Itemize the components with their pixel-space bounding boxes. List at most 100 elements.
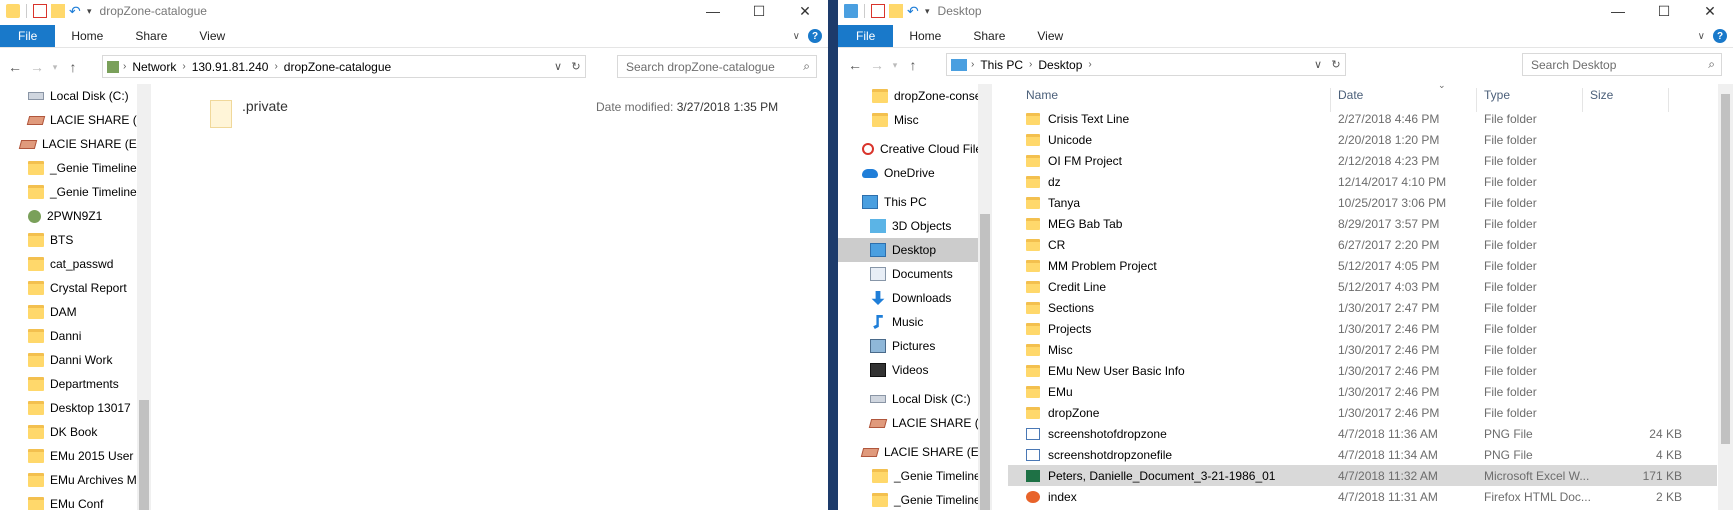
- sidebar-item[interactable]: LACIE SHARE (E:): [0, 132, 138, 156]
- up-button[interactable]: ↑: [62, 59, 84, 75]
- table-row[interactable]: OI FM Project 2/12/2018 4:23 PM File folde…: [1008, 150, 1717, 171]
- table-row[interactable]: index 4/7/2018 11:31 AM Firefox HTML Doc..…: [1008, 486, 1717, 507]
- navigation-scrollbar[interactable]: [137, 84, 151, 510]
- tab-share[interactable]: Share: [957, 25, 1021, 47]
- table-row[interactable]: Crisis Text Line 2/27/2018 4:46 PM File fo…: [1008, 108, 1717, 129]
- table-row[interactable]: MM Problem Project 5/12/2017 4:05 PM File …: [1008, 255, 1717, 276]
- search-input[interactable]: Search Desktop ⌕: [1522, 53, 1722, 76]
- sidebar-item[interactable]: Local Disk (C:): [838, 387, 978, 411]
- help-icon[interactable]: ?: [808, 29, 822, 43]
- tab-home[interactable]: Home: [893, 25, 957, 47]
- tab-home[interactable]: Home: [55, 25, 119, 47]
- forward-button[interactable]: →: [866, 57, 888, 73]
- properties-icon[interactable]: [871, 4, 885, 18]
- sidebar-item[interactable]: cat_passwd: [0, 252, 138, 276]
- expand-ribbon-icon[interactable]: ∨: [793, 31, 800, 42]
- table-row[interactable]: Projects 1/30/2017 2:46 PM File folder: [1008, 318, 1717, 339]
- recent-locations-icon[interactable]: ▾: [48, 62, 62, 73]
- tab-view[interactable]: View: [1021, 25, 1079, 47]
- address-bar[interactable]: › This PC › Desktop › ∨ ↻: [946, 53, 1346, 76]
- sidebar-item[interactable]: Danni: [0, 324, 138, 348]
- sidebar-item[interactable]: EMu Conf: [0, 492, 138, 510]
- undo-icon[interactable]: ↶: [907, 4, 921, 18]
- sidebar-item[interactable]: Departments: [0, 372, 138, 396]
- table-row[interactable]: dropZone 1/30/2017 2:46 PM File folder: [1008, 402, 1717, 423]
- file-list-scrollbar[interactable]: [1718, 84, 1733, 510]
- list-item[interactable]: .private: [210, 98, 288, 128]
- sidebar-item[interactable]: Danni Work: [0, 348, 138, 372]
- sidebar-item[interactable]: _Genie Timeline(: [838, 488, 978, 510]
- sidebar-item[interactable]: Crystal Report: [0, 276, 138, 300]
- table-row[interactable]: Unicode 2/20/2018 1:20 PM File folder: [1008, 129, 1717, 150]
- tab-share[interactable]: Share: [119, 25, 183, 47]
- sidebar-item[interactable]: _Genie Timeline: [838, 464, 978, 488]
- search-input[interactable]: Search dropZone-catalogue ⌕: [617, 55, 817, 78]
- sidebar-item[interactable]: OneDrive: [838, 161, 978, 185]
- sidebar-item[interactable]: LACIE SHARE (E:: [838, 411, 978, 435]
- table-row[interactable]: EMu New User Basic Info 1/30/2017 2:46 PM…: [1008, 360, 1717, 381]
- table-row[interactable]: EMu 1/30/2017 2:46 PM File folder: [1008, 381, 1717, 402]
- sidebar-item[interactable]: This PC: [838, 190, 978, 214]
- table-row[interactable]: Tanya 10/25/2017 3:06 PM File folder: [1008, 192, 1717, 213]
- table-row[interactable]: MEG Bab Tab 8/29/2017 3:57 PM File folder: [1008, 213, 1717, 234]
- address-dropdown-icon[interactable]: ∨: [549, 60, 567, 73]
- maximize-button[interactable]: ☐: [736, 0, 782, 22]
- expand-ribbon-icon[interactable]: ∨: [1698, 31, 1705, 42]
- sidebar-item[interactable]: _Genie Timeline(: [0, 180, 138, 204]
- sidebar-item[interactable]: LACIE SHARE (E:: [0, 108, 138, 132]
- maximize-button[interactable]: ☐: [1641, 0, 1687, 22]
- tab-file[interactable]: File: [0, 25, 56, 47]
- breadcrumb-this-pc[interactable]: This PC: [980, 58, 1023, 72]
- sidebar-item[interactable]: Pictures: [838, 334, 978, 358]
- scrollbar-thumb[interactable]: [980, 214, 990, 510]
- column-date[interactable]: Date: [1338, 88, 1363, 102]
- sidebar-item[interactable]: Videos: [838, 358, 978, 382]
- navigation-scrollbar[interactable]: [978, 84, 992, 510]
- sidebar-item[interactable]: BTS: [0, 228, 138, 252]
- new-folder-icon[interactable]: [889, 4, 903, 18]
- table-row[interactable]: Credit Line 5/12/2017 4:03 PM File folder: [1008, 276, 1717, 297]
- breadcrumb-network[interactable]: Network: [132, 60, 176, 74]
- up-button[interactable]: ↑: [902, 57, 924, 73]
- sidebar-item[interactable]: Downloads: [838, 286, 978, 310]
- tab-view[interactable]: View: [183, 25, 241, 47]
- close-button[interactable]: ✕: [1687, 0, 1733, 22]
- new-folder-icon[interactable]: [51, 4, 65, 18]
- undo-icon[interactable]: ↶: [69, 4, 83, 18]
- sidebar-item[interactable]: Creative Cloud File: [838, 137, 978, 161]
- sidebar-item[interactable]: Desktop: [838, 238, 978, 262]
- sidebar-item[interactable]: Local Disk (C:): [0, 84, 138, 108]
- sidebar-item[interactable]: Desktop 13017: [0, 396, 138, 420]
- breadcrumb-desktop[interactable]: Desktop: [1038, 58, 1082, 72]
- scrollbar-thumb[interactable]: [1721, 94, 1730, 444]
- help-icon[interactable]: ?: [1713, 29, 1727, 43]
- properties-icon[interactable]: [33, 4, 47, 18]
- back-button[interactable]: ←: [844, 57, 866, 73]
- sidebar-item[interactable]: DK Book: [0, 420, 138, 444]
- scrollbar-thumb[interactable]: [139, 400, 149, 510]
- minimize-button[interactable]: —: [1595, 0, 1641, 22]
- sidebar-item[interactable]: 2PWN9Z1: [0, 204, 138, 228]
- address-dropdown-icon[interactable]: ∨: [1309, 58, 1327, 71]
- breadcrumb-folder[interactable]: dropZone-catalogue: [284, 60, 391, 74]
- customize-toolbar-icon[interactable]: ▾: [87, 6, 92, 17]
- sidebar-item[interactable]: EMu Archives M: [0, 468, 138, 492]
- sidebar-item[interactable]: Documents: [838, 262, 978, 286]
- tab-file[interactable]: File: [838, 25, 894, 47]
- column-name[interactable]: Name: [1026, 88, 1058, 102]
- table-row[interactable]: Peters, Danielle_Document_3-21-1986_01 4/…: [1008, 465, 1717, 486]
- customize-toolbar-icon[interactable]: ▾: [925, 6, 930, 17]
- refresh-icon[interactable]: ↻: [567, 60, 585, 73]
- minimize-button[interactable]: —: [690, 0, 736, 22]
- sidebar-item[interactable]: EMu 2015 User G: [0, 444, 138, 468]
- sidebar-item[interactable]: DAM: [0, 300, 138, 324]
- sidebar-item[interactable]: Music: [838, 310, 978, 334]
- forward-button[interactable]: →: [26, 59, 48, 75]
- table-row[interactable]: CR 6/27/2017 2:20 PM File folder: [1008, 234, 1717, 255]
- table-row[interactable]: dz 12/14/2017 4:10 PM File folder: [1008, 171, 1717, 192]
- sidebar-item[interactable]: LACIE SHARE (E:): [838, 440, 978, 464]
- address-bar[interactable]: › Network › 130.91.81.240 › dropZone-cat…: [102, 55, 586, 78]
- sidebar-item[interactable]: dropZone-conse: [838, 84, 978, 108]
- close-button[interactable]: ✕: [782, 0, 828, 22]
- sidebar-item[interactable]: _Genie Timeline: [0, 156, 138, 180]
